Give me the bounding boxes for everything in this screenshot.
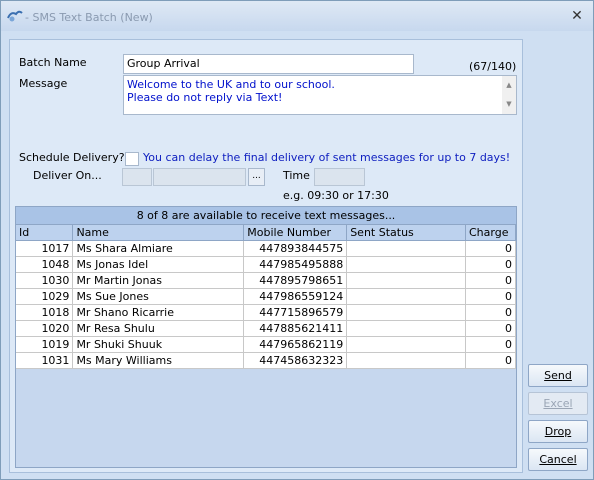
- batch-name-label: Batch Name: [19, 56, 87, 69]
- table-row[interactable]: 1031 Ms Mary Williams 447458632323 0: [16, 352, 516, 369]
- cell-charge: 0: [465, 240, 516, 257]
- message-label: Message: [19, 77, 68, 90]
- cell-status: [346, 256, 466, 273]
- cell-status: [346, 336, 466, 353]
- close-icon[interactable]: ✕: [567, 7, 587, 25]
- cell-status: [346, 240, 466, 257]
- message-textarea[interactable]: Welcome to the UK and to our school. Ple…: [123, 75, 517, 115]
- cell-status: [346, 320, 466, 337]
- cell-charge: 0: [465, 320, 516, 337]
- window-title: - SMS Text Batch (New): [25, 11, 153, 24]
- cell-name: Ms Mary Williams: [72, 352, 245, 369]
- cell-name: Ms Jonas Idel: [72, 256, 245, 273]
- column-header-id[interactable]: Id: [16, 225, 74, 241]
- header-row: Id Name Mobile Number Sent Status Charge: [16, 225, 516, 241]
- excel-button[interactable]: Excel: [528, 392, 588, 415]
- grid-caption: 8 of 8 are available to receive text mes…: [16, 207, 516, 225]
- cell-id: 1019: [16, 336, 74, 353]
- deliver-on-day-field[interactable]: [122, 168, 152, 186]
- cell-name: Mr Resa Shulu: [72, 320, 245, 337]
- table-row[interactable]: 1020 Mr Resa Shulu 447885621411 0: [16, 320, 516, 337]
- schedule-note: You can delay the final delivery of sent…: [143, 151, 511, 164]
- cell-status: [346, 272, 466, 289]
- message-scrollbar[interactable]: ▲ ▼: [502, 76, 516, 114]
- cell-mobile: 447965862119: [243, 336, 348, 353]
- recipients-grid: 8 of 8 are available to receive text mes…: [15, 206, 517, 468]
- cell-id: 1018: [16, 304, 74, 321]
- drop-button[interactable]: Drop: [528, 420, 588, 443]
- cancel-button[interactable]: Cancel: [528, 448, 588, 471]
- send-button[interactable]: Send: [528, 364, 588, 387]
- cell-mobile: 447893844575: [243, 240, 348, 257]
- cell-charge: 0: [465, 304, 516, 321]
- batch-name-input[interactable]: Group Arrival: [123, 54, 414, 74]
- table-row[interactable]: 1029 Ms Sue Jones 447986559124 0: [16, 288, 516, 305]
- cell-mobile: 447715896579: [243, 304, 348, 321]
- cell-name: Mr Shano Ricarrie: [72, 304, 245, 321]
- cell-status: [346, 352, 466, 369]
- char-count: (67/140): [469, 60, 517, 73]
- cell-mobile: 447986559124: [243, 288, 348, 305]
- schedule-delivery-checkbox[interactable]: [125, 152, 139, 166]
- cell-mobile: 447985495888: [243, 256, 348, 273]
- cell-id: 1020: [16, 320, 74, 337]
- column-header-charge[interactable]: Charge: [465, 225, 516, 241]
- table-row[interactable]: 1017 Ms Shara Almiare 447893844575 0: [16, 240, 516, 257]
- cell-id: 1031: [16, 352, 74, 369]
- table-row[interactable]: 1048 Ms Jonas Idel 447985495888 0: [16, 256, 516, 273]
- scroll-up-icon[interactable]: ▲: [502, 76, 516, 95]
- cell-charge: 0: [465, 352, 516, 369]
- cell-mobile: 447458632323: [243, 352, 348, 369]
- cell-status: [346, 288, 466, 305]
- recipients-table: Id Name Mobile Number Sent Status Charge…: [16, 225, 516, 369]
- cell-name: Ms Shara Almiare: [72, 240, 245, 257]
- time-field[interactable]: [314, 168, 365, 186]
- cell-name: Mr Shuki Shuuk: [72, 336, 245, 353]
- cell-id: 1017: [16, 240, 74, 257]
- cell-mobile: 447895798651: [243, 272, 348, 289]
- deliver-on-label: Deliver On...: [33, 169, 102, 182]
- column-header-mobile[interactable]: Mobile Number: [243, 225, 348, 241]
- deliver-on-date-field[interactable]: [153, 168, 246, 186]
- cell-id: 1029: [16, 288, 74, 305]
- time-label: Time: [283, 169, 310, 182]
- cell-charge: 0: [465, 256, 516, 273]
- cell-name: Ms Sue Jones: [72, 288, 245, 305]
- table-row[interactable]: 1018 Mr Shano Ricarrie 447715896579 0: [16, 304, 516, 321]
- date-picker-button[interactable]: ...: [248, 168, 265, 186]
- message-line: Please do not reply via Text!: [127, 91, 283, 104]
- table-row[interactable]: 1019 Mr Shuki Shuuk 447965862119 0: [16, 336, 516, 353]
- schedule-delivery-label: Schedule Delivery?: [19, 151, 125, 164]
- table-row[interactable]: 1030 Mr Martin Jonas 447895798651 0: [16, 272, 516, 289]
- cell-charge: 0: [465, 288, 516, 305]
- title-bar: - SMS Text Batch (New) ✕: [1, 1, 593, 31]
- cell-mobile: 447885621411: [243, 320, 348, 337]
- cell-charge: 0: [465, 336, 516, 353]
- column-header-name[interactable]: Name: [72, 225, 245, 241]
- cell-status: [346, 304, 466, 321]
- sms-batch-window: - SMS Text Batch (New) ✕ Batch Name Grou…: [0, 0, 594, 480]
- scroll-down-icon[interactable]: ▼: [502, 95, 516, 114]
- time-hint: e.g. 09:30 or 17:30: [283, 189, 389, 202]
- column-header-status[interactable]: Sent Status: [346, 225, 466, 241]
- cell-name: Mr Martin Jonas: [72, 272, 245, 289]
- cell-charge: 0: [465, 272, 516, 289]
- message-line: Welcome to the UK and to our school.: [127, 78, 335, 91]
- cell-id: 1048: [16, 256, 74, 273]
- app-icon: [7, 10, 23, 22]
- cell-id: 1030: [16, 272, 74, 289]
